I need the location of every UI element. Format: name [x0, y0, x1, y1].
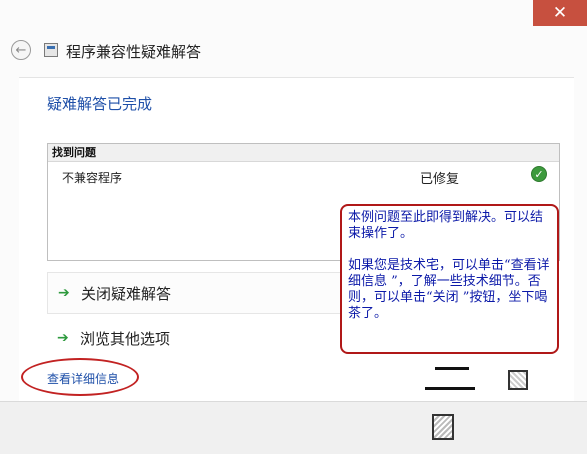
explore-other-options[interactable]: ➔ 浏览其他选项 [47, 318, 377, 360]
back-button[interactable]: ← [11, 40, 31, 60]
highlight-oval [21, 358, 139, 396]
annotation-callout: 本例问题至此即得到解决。可以结束操作了。 如果您是技术宅，可以单击“查看详细信息… [340, 204, 559, 354]
watermark-logo [432, 414, 454, 440]
green-arrow-icon: ➔ [58, 285, 70, 301]
green-arrow-icon: ➔ [57, 330, 69, 346]
troubleshooter-app-icon [44, 43, 58, 57]
back-arrow-icon: ← [15, 43, 27, 58]
close-troubleshooter-option[interactable]: ➔ 关闭疑难解答 [47, 272, 377, 314]
watermark-mark [425, 387, 475, 390]
watermark-logo [508, 370, 528, 390]
problem-name: 不兼容程序 [62, 171, 123, 185]
option-label: 浏览其他选项 [80, 330, 171, 348]
dialog-title: 程序兼容性疑难解答 [66, 43, 202, 61]
problem-status: 已修复 [420, 172, 460, 187]
dialog-footer [0, 401, 587, 454]
close-window-button[interactable]: ✕ [533, 0, 587, 26]
annotation-line-2: 如果您是技术宅，可以单击“查看详细信息 ”，了解一些技术细节。否则，可以单击“关… [348, 258, 550, 321]
watermark-mark [435, 367, 469, 370]
checkmark-icon: ✓ [531, 166, 547, 182]
results-header: 找到问题 [48, 144, 559, 162]
annotation-line-1: 本例问题至此即得到解决。可以结束操作了。 [348, 210, 544, 241]
page-heading: 疑难解答已完成 [47, 95, 153, 113]
option-label: 关闭疑难解答 [81, 285, 172, 303]
